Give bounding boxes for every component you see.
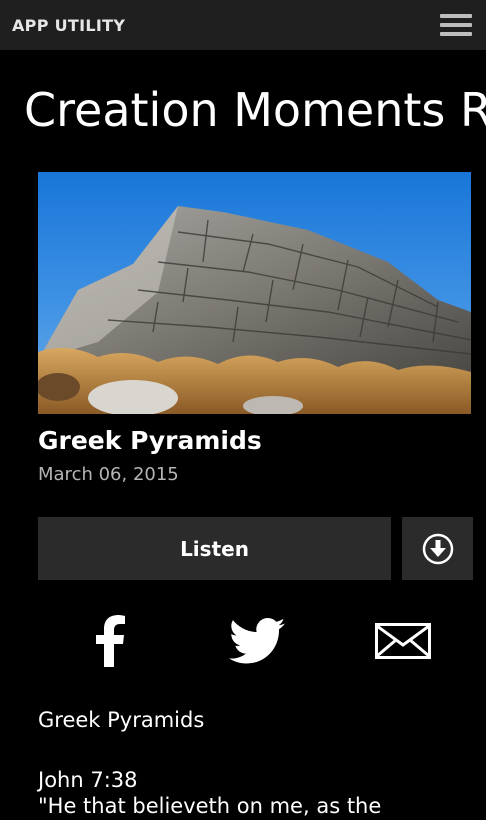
menu-line — [440, 14, 472, 18]
email-icon — [375, 623, 431, 659]
menu-line — [440, 32, 472, 36]
stone-pyramid-photo — [38, 206, 471, 414]
body-heading: Greek Pyramids — [38, 708, 205, 732]
twitter-icon — [229, 618, 285, 664]
article-image[interactable] — [38, 172, 471, 414]
menu-line — [440, 23, 472, 27]
twitter-share-button[interactable] — [228, 612, 286, 670]
download-button[interactable] — [402, 517, 473, 580]
article-date: March 06, 2015 — [38, 464, 179, 485]
facebook-icon — [96, 615, 125, 667]
app-bar: APP UTILITY — [0, 0, 486, 50]
email-share-button[interactable] — [374, 612, 432, 670]
facebook-share-button[interactable] — [94, 612, 132, 670]
download-circle-icon — [422, 533, 453, 564]
article-title: Greek Pyramids — [38, 426, 262, 455]
hamburger-menu-icon[interactable] — [438, 12, 474, 38]
app-title: APP UTILITY — [12, 15, 126, 35]
listen-button[interactable]: Listen — [38, 517, 391, 580]
scripture-reference: John 7:38 — [38, 768, 138, 792]
page-title: Creation Moments Radio — [24, 83, 486, 137]
scripture-quote: "He that believeth on me, as the — [38, 794, 382, 818]
